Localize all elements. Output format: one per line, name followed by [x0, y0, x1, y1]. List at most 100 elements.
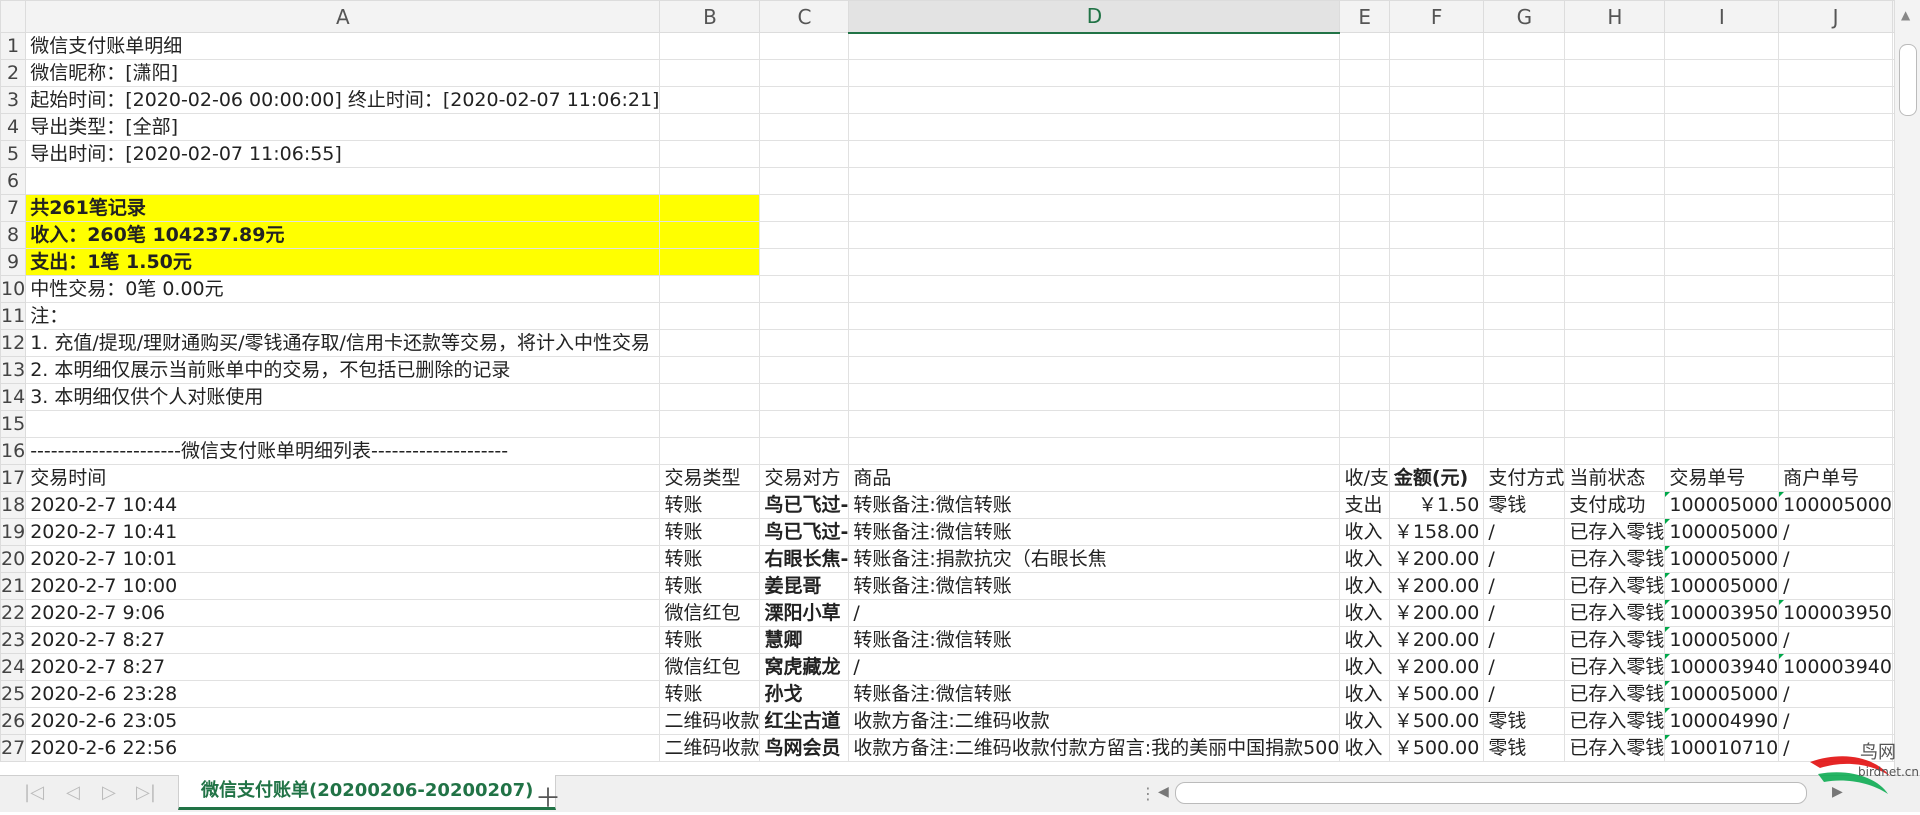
table-cell[interactable]: 2020-2-7 10:44 [25, 491, 661, 519]
cell[interactable] [1664, 302, 1780, 330]
add-sheet-icon[interactable]: ＋ [535, 778, 561, 815]
cell[interactable] [1483, 248, 1566, 276]
table-cell[interactable]: / [1778, 626, 1893, 654]
column-header-g[interactable]: G [1483, 0, 1566, 33]
column-header-d[interactable]: D [848, 0, 1341, 34]
table-header-cell[interactable]: 收/支 [1339, 464, 1390, 492]
table-cell[interactable]: 溧阳小草 [759, 599, 850, 627]
table-cell[interactable]: 姜昆哥 [759, 572, 850, 600]
cell[interactable] [659, 383, 761, 411]
cell[interactable] [848, 32, 1341, 60]
table-cell[interactable]: 收入 [1339, 545, 1390, 573]
spreadsheet-area[interactable]: ABCDEFGHIJK 1微信支付账单明细2微信昵称：[潇阳]3起始时间：[20… [0, 0, 1895, 775]
table-cell[interactable]: 二维码收款 [659, 734, 761, 762]
info-cell[interactable]: 3. 本明细仅供个人对账使用 [25, 383, 661, 411]
cell[interactable] [659, 356, 761, 384]
cell[interactable] [1564, 113, 1666, 141]
cell[interactable] [1388, 32, 1485, 60]
cell[interactable] [1778, 383, 1893, 411]
cell[interactable] [1664, 194, 1780, 222]
row-header[interactable]: 20 [0, 545, 27, 573]
column-header-i[interactable]: I [1664, 0, 1780, 33]
cell[interactable] [659, 302, 761, 330]
row-header[interactable]: 27 [0, 734, 27, 762]
row-header[interactable]: 19 [0, 518, 27, 546]
cell[interactable] [1483, 302, 1566, 330]
table-cell[interactable]: ￥200.00 [1388, 626, 1485, 654]
table-cell[interactable]: 100005000 [1664, 680, 1780, 708]
cell[interactable] [1339, 437, 1390, 465]
cell[interactable] [659, 437, 761, 465]
cell[interactable] [759, 356, 850, 384]
prev-sheet-icon[interactable]: ◁ [66, 782, 80, 803]
cell[interactable] [659, 275, 761, 303]
column-header-h[interactable]: H [1564, 0, 1666, 33]
row-header[interactable]: 7 [0, 194, 27, 222]
cell[interactable] [1778, 329, 1893, 357]
table-cell[interactable]: 100010710 [1664, 734, 1780, 762]
table-cell[interactable]: 零钱 [1483, 491, 1566, 519]
table-cell[interactable]: / [1778, 680, 1893, 708]
cell[interactable] [659, 140, 761, 168]
table-cell[interactable]: / [1483, 680, 1566, 708]
cell[interactable] [1483, 383, 1566, 411]
table-cell[interactable]: 右眼长焦- [759, 545, 850, 573]
cell[interactable] [1664, 167, 1780, 195]
cell[interactable] [1339, 59, 1390, 87]
cell[interactable] [1564, 410, 1666, 438]
cell[interactable] [1339, 167, 1390, 195]
table-cell[interactable]: 100004990 [1664, 707, 1780, 735]
cell[interactable] [1664, 221, 1780, 249]
table-cell[interactable]: 微信红包 [659, 653, 761, 681]
table-cell[interactable]: 2020-2-7 8:27 [25, 626, 661, 654]
column-header-j[interactable]: J [1778, 0, 1893, 33]
row-header[interactable]: 26 [0, 707, 27, 735]
table-cell[interactable]: 转账 [659, 680, 761, 708]
cell[interactable] [1339, 356, 1390, 384]
cell[interactable] [659, 221, 761, 249]
cell[interactable] [759, 167, 850, 195]
table-cell[interactable]: 孙戈 [759, 680, 850, 708]
info-cell[interactable]: 2. 本明细仅展示当前账单中的交易，不包括已删除的记录 [25, 356, 661, 384]
row-header[interactable]: 18 [0, 491, 27, 519]
cell[interactable] [1339, 248, 1390, 276]
table-cell[interactable]: 转账 [659, 518, 761, 546]
cell[interactable] [1388, 86, 1485, 114]
cell[interactable] [759, 248, 850, 276]
scroll-left-icon[interactable]: ◀ [1158, 784, 1169, 800]
table-cell[interactable]: 二维码收款 [659, 707, 761, 735]
cell[interactable] [1483, 221, 1566, 249]
info-cell[interactable]: 中性交易：0笔 0.00元 [25, 275, 661, 303]
table-cell[interactable]: ￥500.00 [1388, 680, 1485, 708]
table-header-cell[interactable]: 商品 [848, 464, 1341, 492]
table-cell[interactable]: 转账备注:微信转账 [848, 680, 1341, 708]
cell[interactable] [1664, 437, 1780, 465]
row-header[interactable]: 11 [0, 302, 27, 330]
table-cell[interactable]: 2020-2-7 10:01 [25, 545, 661, 573]
cell[interactable] [848, 329, 1341, 357]
cell[interactable] [659, 248, 761, 276]
tab-splitter-icon[interactable]: ⋮ [1140, 784, 1156, 803]
table-cell[interactable]: 支出 [1339, 491, 1390, 519]
table-cell[interactable]: 已存入零钱 [1564, 545, 1666, 573]
cell[interactable] [759, 113, 850, 141]
cell[interactable] [1339, 410, 1390, 438]
cell[interactable] [848, 248, 1341, 276]
row-header[interactable]: 8 [0, 221, 27, 249]
cell[interactable] [1564, 329, 1666, 357]
cell[interactable] [1483, 437, 1566, 465]
cell[interactable] [759, 329, 850, 357]
cell[interactable] [1564, 275, 1666, 303]
table-header-cell[interactable]: 交易时间 [25, 464, 661, 492]
table-cell[interactable]: 零钱 [1483, 707, 1566, 735]
cell[interactable] [759, 410, 850, 438]
cell[interactable] [759, 140, 850, 168]
table-cell[interactable]: 收入 [1339, 680, 1390, 708]
sheet-grid[interactable]: ABCDEFGHIJK 1微信支付账单明细2微信昵称：[潇阳]3起始时间：[20… [0, 0, 1895, 762]
column-header-c[interactable]: C [759, 0, 850, 33]
table-cell[interactable]: 收入 [1339, 653, 1390, 681]
table-cell[interactable]: 收入 [1339, 734, 1390, 762]
table-cell[interactable]: / [848, 653, 1341, 681]
table-cell[interactable]: 转账备注:捐款抗灾（右眼长焦 [848, 545, 1341, 573]
row-header[interactable]: 14 [0, 383, 27, 411]
